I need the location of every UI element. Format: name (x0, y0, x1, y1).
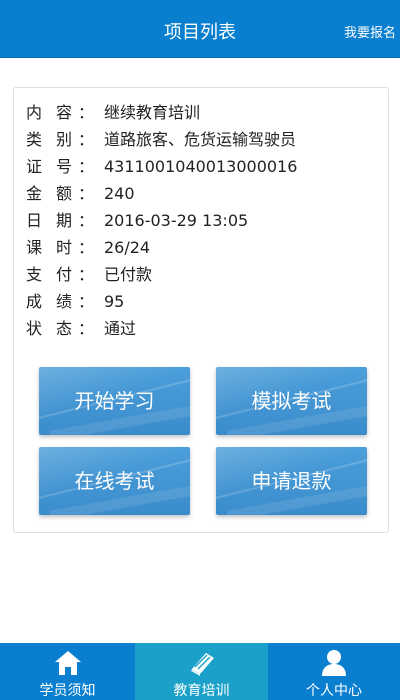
detail-label: 类别： (26, 130, 95, 149)
mock-exam-label: 模拟考试 (251, 389, 332, 413)
detail-label: 内容： (26, 103, 95, 122)
header-bar: 项目列表 我要报名 (0, 0, 400, 58)
detail-value: 继续教育培训 (104, 103, 201, 122)
detail-value: 通过 (104, 319, 137, 338)
enroll-button[interactable]: 我要报名 (344, 22, 396, 41)
online-exam-button[interactable]: 在线考试 (39, 447, 190, 515)
detail-label: 证号： (26, 157, 95, 176)
detail-label: 金额： (26, 184, 95, 203)
project-card: 内容： 继续教育培训 类别： 道路旅客、危货运输驾驶员 证号： 43110010400… (13, 87, 389, 533)
person-icon (320, 649, 348, 681)
tab-label: 教育培训 (173, 683, 230, 699)
detail-value: 26/24 (104, 238, 151, 257)
start-study-button[interactable]: 开始学习 (39, 367, 190, 435)
bottom-tab-bar: 学员须知 教育培训 个人中心 (0, 643, 400, 700)
detail-row-certificate: 证号： 4311001040013000016 (26, 153, 297, 180)
page-title: 项目列表 (164, 22, 236, 43)
detail-value: 4311001040013000016 (104, 157, 298, 176)
tab-personal-center[interactable]: 个人中心 (268, 643, 400, 700)
book-icon (186, 649, 218, 681)
detail-value: 已付款 (104, 265, 153, 284)
tab-label: 个人中心 (306, 683, 362, 699)
detail-label: 课时： (26, 238, 95, 257)
tab-education-training[interactable]: 教育培训 (135, 643, 268, 700)
detail-row-category: 类别： 道路旅客、危货运输驾驶员 (26, 126, 296, 153)
detail-row-content: 内容： 继续教育培训 (26, 99, 200, 126)
refund-label: 申请退款 (251, 469, 332, 493)
detail-row-score: 成绩： 95 (26, 288, 124, 315)
detail-value: 95 (104, 292, 125, 311)
online-exam-label: 在线考试 (74, 469, 155, 493)
detail-value: 2016-03-29 13:05 (104, 211, 249, 230)
detail-label: 状态： (26, 319, 95, 338)
start-study-label: 开始学习 (74, 389, 155, 413)
detail-row-hours: 课时： 26/24 (26, 234, 150, 261)
detail-label: 成绩： (26, 292, 95, 311)
detail-label: 日期： (26, 211, 95, 230)
detail-row-date: 日期： 2016-03-29 13:05 (26, 207, 248, 234)
detail-value: 道路旅客、危货运输驾驶员 (104, 130, 297, 149)
tab-label: 学员须知 (39, 683, 96, 699)
detail-row-status: 状态： 通过 (26, 315, 136, 342)
home-icon (53, 649, 83, 681)
detail-row-payment: 支付： 已付款 (26, 261, 152, 288)
detail-label: 支付： (26, 265, 95, 284)
refund-button[interactable]: 申请退款 (216, 447, 367, 515)
detail-value: 240 (104, 184, 135, 203)
mock-exam-button[interactable]: 模拟考试 (216, 367, 367, 435)
detail-row-amount: 金额： 240 (26, 180, 135, 207)
tab-student-notice[interactable]: 学员须知 (0, 643, 135, 700)
